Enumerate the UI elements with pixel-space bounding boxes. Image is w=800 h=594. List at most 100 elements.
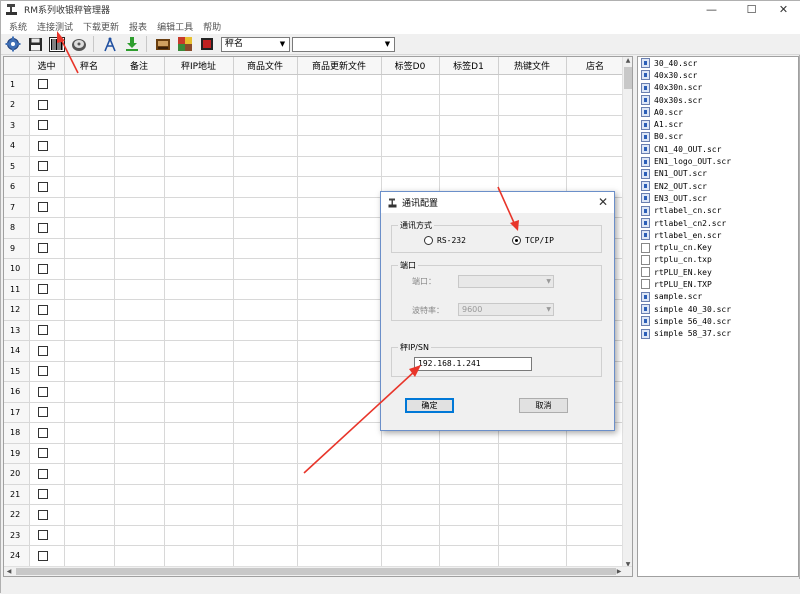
- port-select[interactable]: ▼: [458, 275, 554, 288]
- table-cell[interactable]: [439, 463, 499, 485]
- table-cell[interactable]: [439, 135, 499, 157]
- table-cell[interactable]: [64, 525, 115, 546]
- table-cell[interactable]: [64, 238, 115, 259]
- table-cell[interactable]: [64, 402, 115, 423]
- table-cell[interactable]: [439, 545, 499, 567]
- table-cell[interactable]: [498, 94, 567, 116]
- table-cell[interactable]: [297, 422, 382, 444]
- table-cell[interactable]: [164, 94, 234, 116]
- table-cell[interactable]: [114, 484, 165, 505]
- table-cell[interactable]: [164, 504, 234, 526]
- table-row[interactable]: 4: [4, 135, 625, 157]
- table-cell[interactable]: [114, 299, 165, 321]
- table-cell[interactable]: [439, 443, 499, 464]
- table-cell[interactable]: [566, 463, 625, 485]
- radio-tcpip-dot[interactable]: [512, 236, 521, 245]
- table-cell[interactable]: [233, 94, 298, 116]
- table-cell[interactable]: [498, 504, 567, 526]
- scroll-left-icon[interactable]: ◀: [4, 568, 14, 575]
- save-button[interactable]: [25, 34, 45, 54]
- network-button[interactable]: [100, 34, 120, 54]
- exit-button[interactable]: [197, 34, 217, 54]
- table-cell[interactable]: [164, 279, 234, 300]
- table-cell[interactable]: [498, 484, 567, 505]
- list-item[interactable]: rtlabel_en.scr: [641, 229, 798, 241]
- table-cell[interactable]: [164, 463, 234, 485]
- row-select-checkbox[interactable]: [37, 284, 48, 295]
- list-item[interactable]: CN1_40_OUT.scr: [641, 143, 798, 155]
- grid-vertical-scroll-thumb[interactable]: [624, 67, 632, 89]
- close-button[interactable]: ✕: [761, 1, 800, 18]
- table-cell[interactable]: [64, 381, 115, 403]
- grid-horizontal-scrollbar[interactable]: ◀ ▶: [4, 566, 632, 576]
- table-cell[interactable]: [297, 361, 382, 382]
- table-cell[interactable]: [64, 176, 115, 198]
- table-cell[interactable]: [498, 74, 567, 95]
- table-cell[interactable]: [381, 525, 440, 546]
- menu-help[interactable]: 帮助: [201, 20, 223, 33]
- table-cell[interactable]: [381, 74, 440, 95]
- table-cell[interactable]: [297, 135, 382, 157]
- table-cell[interactable]: [233, 135, 298, 157]
- table-cell[interactable]: [297, 525, 382, 546]
- list-item[interactable]: A0.scr: [641, 106, 798, 118]
- table-cell[interactable]: [498, 463, 567, 485]
- row-select-checkbox[interactable]: [37, 79, 48, 90]
- table-cell[interactable]: [64, 504, 115, 526]
- table-cell[interactable]: [233, 463, 298, 485]
- scale-device-button[interactable]: [153, 34, 173, 54]
- radio-rs232[interactable]: RS-232: [424, 236, 466, 245]
- table-cell[interactable]: [233, 217, 298, 239]
- table-cell[interactable]: [64, 94, 115, 116]
- table-cell[interactable]: [498, 443, 567, 464]
- table-cell[interactable]: [64, 156, 115, 177]
- table-cell[interactable]: [64, 258, 115, 280]
- column-header[interactable]: 选中: [29, 57, 65, 75]
- table-cell[interactable]: [164, 74, 234, 95]
- table-cell[interactable]: [114, 74, 165, 95]
- table-cell[interactable]: [233, 115, 298, 136]
- table-cell[interactable]: [439, 525, 499, 546]
- table-cell[interactable]: [566, 115, 625, 136]
- table-cell[interactable]: [381, 94, 440, 116]
- table-cell[interactable]: [64, 299, 115, 321]
- column-header[interactable]: 标签D0: [381, 57, 440, 75]
- table-cell[interactable]: [114, 402, 165, 423]
- column-header[interactable]: 热键文件: [498, 57, 567, 75]
- table-cell[interactable]: [566, 504, 625, 526]
- table-cell[interactable]: [64, 320, 115, 341]
- template-file-list[interactable]: 30_40.scr 40x30.scr 40x30n.scr 40x30s.scr A0…: [637, 56, 799, 577]
- column-header[interactable]: 秤IP地址: [164, 57, 234, 75]
- row-select-checkbox[interactable]: [37, 366, 48, 377]
- table-cell[interactable]: [64, 545, 115, 567]
- table-cell[interactable]: [297, 320, 382, 341]
- scroll-right-icon[interactable]: ▶: [614, 568, 624, 575]
- table-cell[interactable]: [114, 217, 165, 239]
- menu-system[interactable]: 系统: [7, 20, 29, 33]
- table-cell[interactable]: [64, 443, 115, 464]
- ok-button[interactable]: 确定: [405, 398, 454, 413]
- table-cell[interactable]: [233, 258, 298, 280]
- row-select-checkbox[interactable]: [37, 181, 48, 192]
- column-header[interactable]: 商品文件: [233, 57, 298, 75]
- table-cell[interactable]: [297, 176, 382, 198]
- table-cell[interactable]: [498, 525, 567, 546]
- table-cell[interactable]: [233, 156, 298, 177]
- table-cell[interactable]: [114, 361, 165, 382]
- table-cell[interactable]: [114, 115, 165, 136]
- row-select-checkbox[interactable]: [37, 345, 48, 356]
- table-cell[interactable]: [164, 545, 234, 567]
- column-header[interactable]: 标签D1: [439, 57, 499, 75]
- row-select-checkbox[interactable]: [37, 407, 48, 418]
- field-select[interactable]: 秤名 ▼: [221, 36, 290, 52]
- list-item[interactable]: B0.scr: [641, 131, 798, 143]
- row-select-checkbox[interactable]: [37, 427, 48, 438]
- table-cell[interactable]: [64, 197, 115, 218]
- row-select-checkbox[interactable]: [37, 386, 48, 397]
- table-cell[interactable]: [114, 279, 165, 300]
- table-cell[interactable]: [233, 340, 298, 362]
- table-cell[interactable]: [297, 115, 382, 136]
- menu-report[interactable]: 报表: [127, 20, 149, 33]
- table-cell[interactable]: [297, 545, 382, 567]
- row-select-checkbox[interactable]: [37, 202, 48, 213]
